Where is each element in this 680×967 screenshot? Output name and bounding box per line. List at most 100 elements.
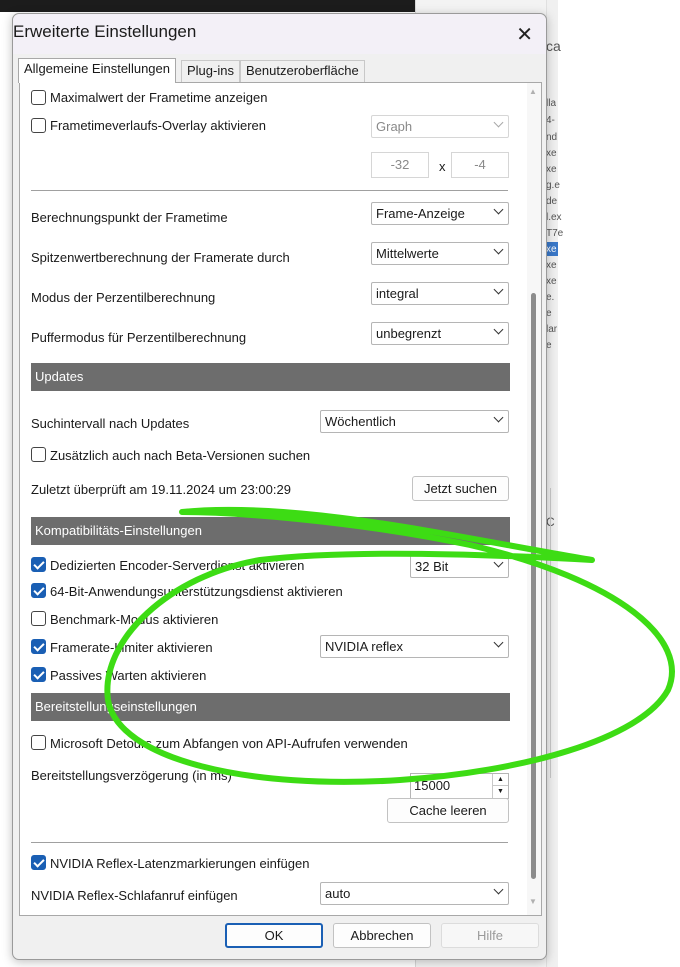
scroll-down-icon[interactable]: ▼ [529,897,537,906]
percentile-mode-select[interactable]: integral [371,282,509,305]
dialog-title: Erweiterte Einstellungen [13,22,197,41]
vertical-scrollbar[interactable]: ▲ ▼ [527,83,541,915]
settings-panel: Maximalwert der Frametime anzeigen Frame… [19,82,542,916]
deploy-delay-value: 15000 [414,778,451,793]
reflex-sleep-label: NVIDIA Reflex-Schlafanruf einfügen [31,888,238,903]
reflex-sleep-value: auto [325,886,351,901]
scrollbar-thumb[interactable] [531,293,536,879]
encoder-service-label: Dedizierten Encoder-Serverdienst aktivie… [50,558,305,573]
frametime-overlay-label: Frametimeverlaufs-Overlay aktivieren [50,118,267,133]
update-interval-label: Suchintervall nach Updates [31,416,190,431]
detours-label: Microsoft Detours zum Abfangen von API-A… [50,736,408,751]
buffer-mode-select[interactable]: unbegrenzt [371,322,509,345]
help-button[interactable]: Hilfe [441,923,539,948]
peak-calc-label: Spitzenwertberechnung der Framerate durc… [31,250,290,265]
advanced-settings-dialog: Erweiterte Einstellungen ✕ Allgemeine Ei… [12,13,547,960]
passive-wait-checkbox[interactable] [31,667,46,682]
beta-versions-checkbox[interactable] [31,447,46,462]
updates-section-header: Updates [31,363,510,391]
last-checked-text: Zuletzt überprüft am 19.11.2024 um 23:00… [31,482,291,497]
peak-calc-select[interactable]: Mittelwerte [371,242,509,265]
close-icon[interactable]: ✕ [516,22,533,47]
overlay-type-value: Graph [376,119,413,134]
check-now-button[interactable]: Jetzt suchen [412,476,509,501]
background-text: lar [546,324,558,335]
background-text: lla [546,98,557,109]
reflex-markers-label: NVIDIA Reflex-Latenzmarkierungen einfüge… [50,856,310,871]
percentile-mode-value: integral [376,286,419,301]
encoder-bitness-value: 32 Bit [415,559,449,574]
frametime-point-value: Frame-Anzeige [376,206,465,221]
ok-button[interactable]: OK [225,923,323,948]
background-text: T7e [546,228,564,239]
chevron-down-icon [493,117,504,128]
x64-service-checkbox[interactable] [31,583,46,598]
chevron-down-icon [493,284,504,295]
deploy-delay-label: Bereitstellungsverzögerung (in ms) [31,768,232,783]
deploy-section-header: Bereitstellungseinstellungen [31,693,510,721]
deploy-delay-spinner[interactable]: 15000 ▲ ▼ [410,773,509,799]
benchmark-mode-checkbox[interactable] [31,611,46,626]
beta-versions-label: Zusätzlich auch nach Beta-Versionen such… [50,448,311,463]
background-text: xe [546,244,557,255]
detours-checkbox[interactable] [31,735,46,750]
framerate-limiter-value: NVIDIA reflex [325,639,404,654]
frametime-point-label: Berechnungspunkt der Frametime [31,210,228,225]
background-text: xe [546,148,557,159]
tab-general-settings[interactable]: Allgemeine Einstellungen [18,58,176,83]
background-text: 4- [546,115,555,126]
background-text: xe [546,260,557,271]
background-text: l.ex [546,212,562,223]
background-text: xe [546,276,557,287]
title-bar: Erweiterte Einstellungen ✕ [13,14,546,54]
overlay-type-select[interactable]: Graph [371,115,509,138]
buffer-mode-label: Puffermodus für Perzentilberechnung [31,330,247,345]
framerate-limiter-select[interactable]: NVIDIA reflex [320,635,509,658]
clear-cache-button[interactable]: Cache leeren [387,798,509,823]
size-separator: x [439,159,446,174]
framerate-limiter-label: Framerate-Limiter aktivieren [50,640,213,655]
background-dark-strip [0,0,415,12]
cancel-button[interactable]: Abbrechen [333,923,431,948]
update-interval-select[interactable]: Wöchentlich [320,410,509,433]
spin-down-icon[interactable]: ▼ [492,786,508,798]
separator [31,190,508,191]
overlay-height-input[interactable]: -4 [451,152,509,178]
chevron-down-icon [493,557,504,568]
background-text: g.e [546,180,560,191]
peak-calc-value: Mittelwerte [376,246,439,261]
max-frametime-label: Maximalwert der Frametime anzeigen [50,90,268,105]
separator [31,842,508,843]
passive-wait-label: Passives Warten aktivieren [50,668,207,683]
encoder-bitness-select[interactable]: 32 Bit [410,555,509,578]
background-text: e. [546,292,555,303]
encoder-service-checkbox[interactable] [31,557,46,572]
reflex-sleep-select[interactable]: auto [320,882,509,905]
buffer-mode-value: unbegrenzt [376,326,442,341]
update-interval-value: Wöchentlich [325,414,396,429]
frametime-point-select[interactable]: Frame-Anzeige [371,202,509,225]
tab-user-interface[interactable]: Benutzeroberfläche [240,60,365,82]
scroll-up-icon[interactable]: ▲ [529,87,537,96]
x64-service-label: 64-Bit-Anwendungsunterstützungsdienst ak… [50,584,343,599]
chevron-down-icon [493,884,504,895]
benchmark-mode-label: Benchmark-Modus aktivieren [50,612,219,627]
background-text: nd [546,132,558,143]
reflex-markers-checkbox[interactable] [31,855,46,870]
background-text: ca [546,38,561,54]
chevron-down-icon [493,204,504,215]
max-frametime-checkbox[interactable] [31,90,46,105]
background-panel [550,488,557,778]
chevron-down-icon [493,324,504,335]
percentile-mode-label: Modus der Perzentilberechnung [31,290,216,305]
compat-section-header: Kompatibilitäts-Einstellungen [31,517,510,545]
tab-plugins[interactable]: Plug-ins [181,60,240,82]
framerate-limiter-checkbox[interactable] [31,639,46,654]
spin-up-icon[interactable]: ▲ [492,774,508,786]
background-text: de [546,196,558,207]
background-text: xe [546,164,557,175]
overlay-width-input[interactable]: -32 [371,152,429,178]
chevron-down-icon [493,637,504,648]
chevron-down-icon [493,412,504,423]
frametime-overlay-checkbox[interactable] [31,118,46,133]
